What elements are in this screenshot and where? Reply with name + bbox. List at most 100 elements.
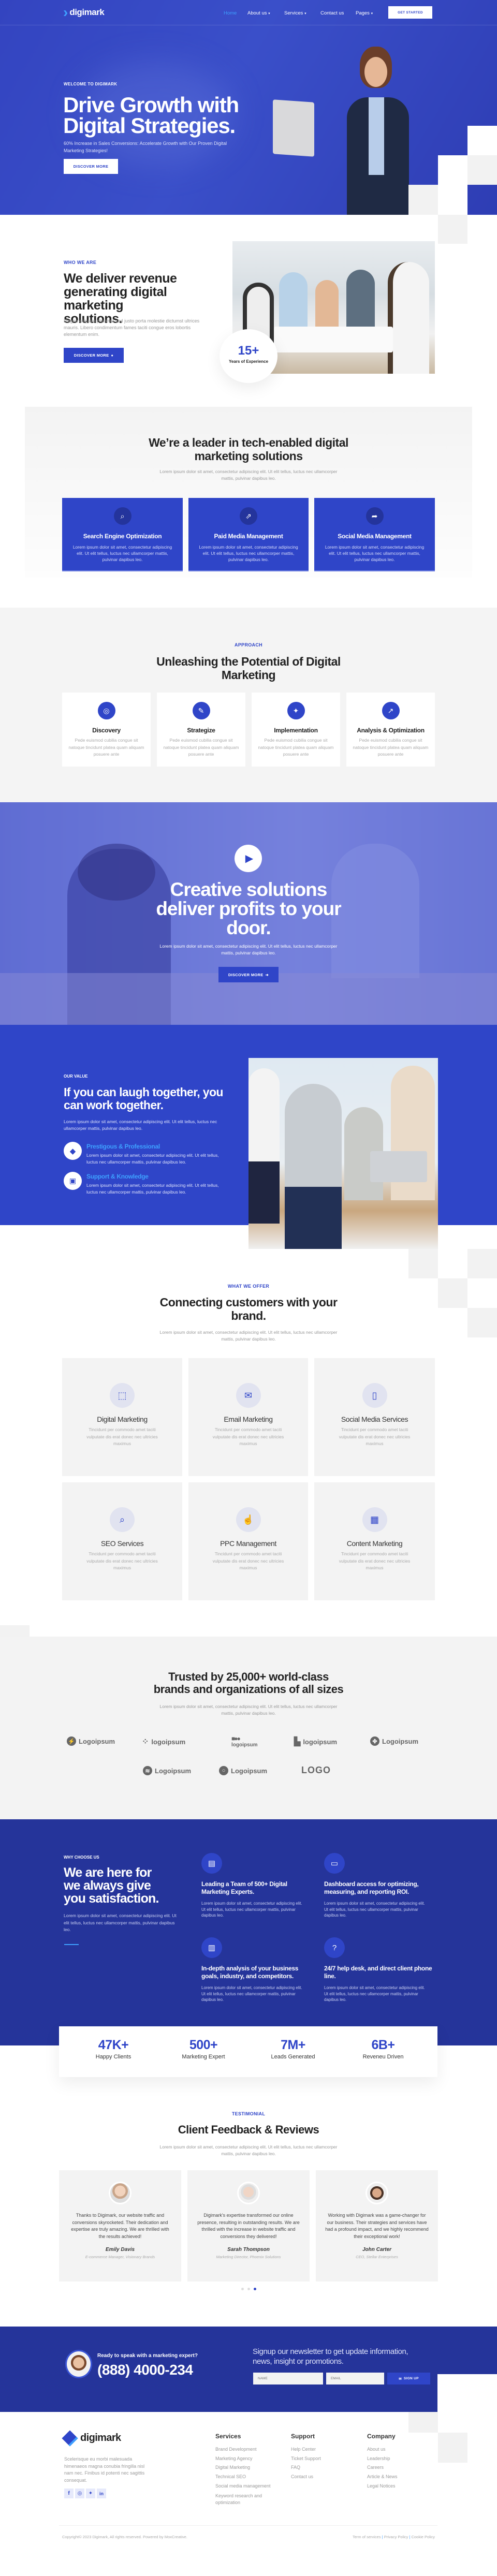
card-title: Discovery <box>92 727 121 734</box>
waves-icon: ≋ <box>143 1766 152 1775</box>
testimonial-name: John Carter <box>362 2246 392 2253</box>
newsletter-email-input[interactable] <box>326 2373 384 2384</box>
trusted-text: Lorem ipsum dolor sit amet, consectetur … <box>159 1704 338 1716</box>
video-discover-button[interactable]: DISCOVER MORE ➜ <box>218 967 279 982</box>
logo-text: logoipsum <box>151 1738 186 1746</box>
footer-link[interactable]: Brand Development <box>215 2445 283 2454</box>
cookie-link[interactable]: Cookie Policy <box>412 2535 435 2539</box>
card-title: Social Media Services <box>341 1415 408 1423</box>
hero-title: Drive Growth with Digital Strategies. <box>63 94 239 137</box>
footer-link[interactable]: Ticket Support <box>291 2454 358 2464</box>
about-discover-button[interactable]: DISCOVER MORE ● <box>64 348 124 363</box>
why-title: We are here for we always give you satis… <box>64 1865 159 1906</box>
card-text: Tincidunt per commodo amet taciti vulput… <box>339 1427 411 1446</box>
privacy-link[interactable]: Privacy Policy <box>384 2535 408 2539</box>
feature-text: Lorem ipsum dolor sit amet, consectetur … <box>201 1985 302 2002</box>
instagram-icon[interactable]: ◎ <box>75 2489 84 2498</box>
newsletter-text: Signup our newsletter to get update info… <box>253 2347 408 2366</box>
nav-about[interactable]: About us ▾ <box>247 10 270 16</box>
client-logo-7: ○ Logoipsum <box>219 1766 267 1775</box>
footer-link[interactable]: Marketing Agency <box>215 2454 283 2464</box>
hero-discover-button[interactable]: DISCOVER MORE <box>64 159 118 174</box>
clover-icon: ✤ <box>370 1736 379 1746</box>
footer-link[interactable]: Digital Marketing <box>215 2463 283 2472</box>
cta-phone[interactable]: (888) 4000-234 <box>97 2362 193 2378</box>
twitter-icon[interactable]: ✦ <box>86 2489 95 2498</box>
logo-text: Logoipsum <box>155 1767 192 1775</box>
card-text: Tincidunt per commodo amet taciti vulput… <box>212 1427 284 1446</box>
facebook-icon[interactable]: f <box>64 2489 74 2498</box>
service-card-paid-media[interactable]: ⇗ Paid Media Management Lorem ipsum dolo… <box>188 498 309 571</box>
newsletter-signup-button[interactable]: ✉ SIGN UP <box>387 2373 430 2384</box>
stat-value: 500+ <box>189 2038 218 2052</box>
approach-card-strategize: ✎ Strategize Pede euismod cubilia congue… <box>157 693 245 767</box>
client-logo-2: ⁘ logoipsum <box>142 1736 185 1747</box>
carousel-dot-2[interactable] <box>247 2288 250 2290</box>
footer-link[interactable]: Contact us <box>291 2472 358 2482</box>
newsletter-name-input[interactable] <box>253 2373 323 2384</box>
approach-card-implementation: ✦ Implementation Pede euismod cubilia co… <box>252 693 340 767</box>
laptop <box>273 99 314 157</box>
play-video-button[interactable]: ▶ <box>235 845 262 872</box>
footer-logo[interactable]: digimark <box>62 2430 121 2447</box>
leader-text: Lorem ipsum dolor sit amet, consectetur … <box>159 469 338 481</box>
service-card-social-media[interactable]: ➦ Social Media Management Lorem ipsum do… <box>314 498 435 571</box>
widgets-icon: ▦ <box>362 1507 387 1532</box>
footer-col-title: Services <box>215 2433 241 2440</box>
avatar <box>109 2182 131 2204</box>
value-item-text: Lorem ipsum dolor sit amet, consectetur … <box>86 1183 219 1195</box>
offer-card-digital-marketing[interactable]: ⬚ Digital Marketing Tincidunt per commodo … <box>62 1358 182 1476</box>
get-started-button[interactable]: GET STARTED <box>388 6 432 19</box>
stat-label: Leads Generated <box>271 2054 315 2060</box>
client-logo-4: ▙ logoipsum <box>294 1736 337 1747</box>
nav-services[interactable]: Services ▾ <box>284 10 306 16</box>
experience-label: Years of Experience <box>228 359 269 364</box>
search-doc-icon: ⌕ <box>110 1507 135 1532</box>
offer-card-seo[interactable]: ⌕ SEO Services Tincidunt per commodo amet … <box>62 1482 182 1600</box>
nav-home[interactable]: Home <box>224 10 237 16</box>
bolt-icon: ⚡ <box>67 1736 76 1746</box>
footer-link[interactable]: Keyword research and optimization <box>215 2493 267 2507</box>
mobile-sparkle-icon: ▯ <box>362 1383 387 1408</box>
card-title: Paid Media Management <box>214 533 283 540</box>
logo[interactable]: › digimark <box>63 5 105 20</box>
cta-question: Ready to speak with a marketing expert? <box>97 2353 198 2359</box>
footer-link[interactable]: Careers <box>367 2463 434 2472</box>
footer-link[interactable]: Help Center <box>291 2445 358 2454</box>
logo-text: Logoipsum <box>79 1737 115 1745</box>
offer-card-email-marketing[interactable]: ✉ Email Marketing Tincidunt per commodo am… <box>188 1358 308 1476</box>
footer-logo-text: digimark <box>80 2432 121 2443</box>
footer-col-support: Support Help Center Ticket Support FAQ C… <box>291 2433 358 2482</box>
why-feature-1: ▤ Leading a Team of 500+ Digital Marketin… <box>201 1853 302 1918</box>
carousel-dot-1[interactable] <box>241 2288 244 2290</box>
chart-hand-icon: ⇗ <box>240 507 257 525</box>
decor-square <box>467 126 497 155</box>
decor-square <box>467 1249 497 1278</box>
id-card-icon: ▤ <box>201 1853 222 1874</box>
linkedin-icon[interactable]: in <box>97 2489 106 2498</box>
value-item-title: Support & Knowledge <box>86 1173 149 1180</box>
share-icon: ➦ <box>366 507 384 525</box>
team-photo <box>248 1058 438 1249</box>
testimonial-card: Thanks to Digimark, our website traffic … <box>59 2170 181 2281</box>
footer-link[interactable]: Legal Notices <box>367 2482 434 2491</box>
footer-link[interactable]: Technical SEO <box>215 2472 283 2482</box>
footer-link[interactable]: Social media management <box>215 2482 283 2491</box>
offer-card-ppc[interactable]: ☝ PPC Management Tincidunt per commodo ame… <box>188 1482 308 1600</box>
offer-card-social-media[interactable]: ▯ Social Media Services Tincidunt per comm… <box>314 1358 435 1476</box>
nav-contact[interactable]: Contact us <box>320 10 344 16</box>
chevron-down-icon: ▾ <box>268 12 270 16</box>
feature-title: 24/7 help desk, and direct client phone … <box>324 1965 432 1980</box>
service-card-seo[interactable]: ⌕ Search Engine Optimization Lorem ipsum… <box>62 498 183 571</box>
decor-square <box>467 1308 497 1337</box>
card-text: Pede euismod cubilia congue sit natoque … <box>258 738 334 757</box>
nav-pages[interactable]: Pages ▾ <box>356 10 373 16</box>
footer-link[interactable]: Article & News <box>367 2472 434 2482</box>
terms-link[interactable]: Term of services <box>353 2535 381 2539</box>
carousel-dot-3-active[interactable] <box>254 2288 256 2290</box>
footer-link[interactable]: Leadership <box>367 2454 434 2464</box>
footer-link[interactable]: About us <box>367 2445 434 2454</box>
offer-card-content[interactable]: ▦ Content Marketing Tincidunt per commodo … <box>314 1482 435 1600</box>
footer-link[interactable]: FAQ <box>291 2463 358 2472</box>
fingerprint-icon: ◎ <box>97 702 115 719</box>
